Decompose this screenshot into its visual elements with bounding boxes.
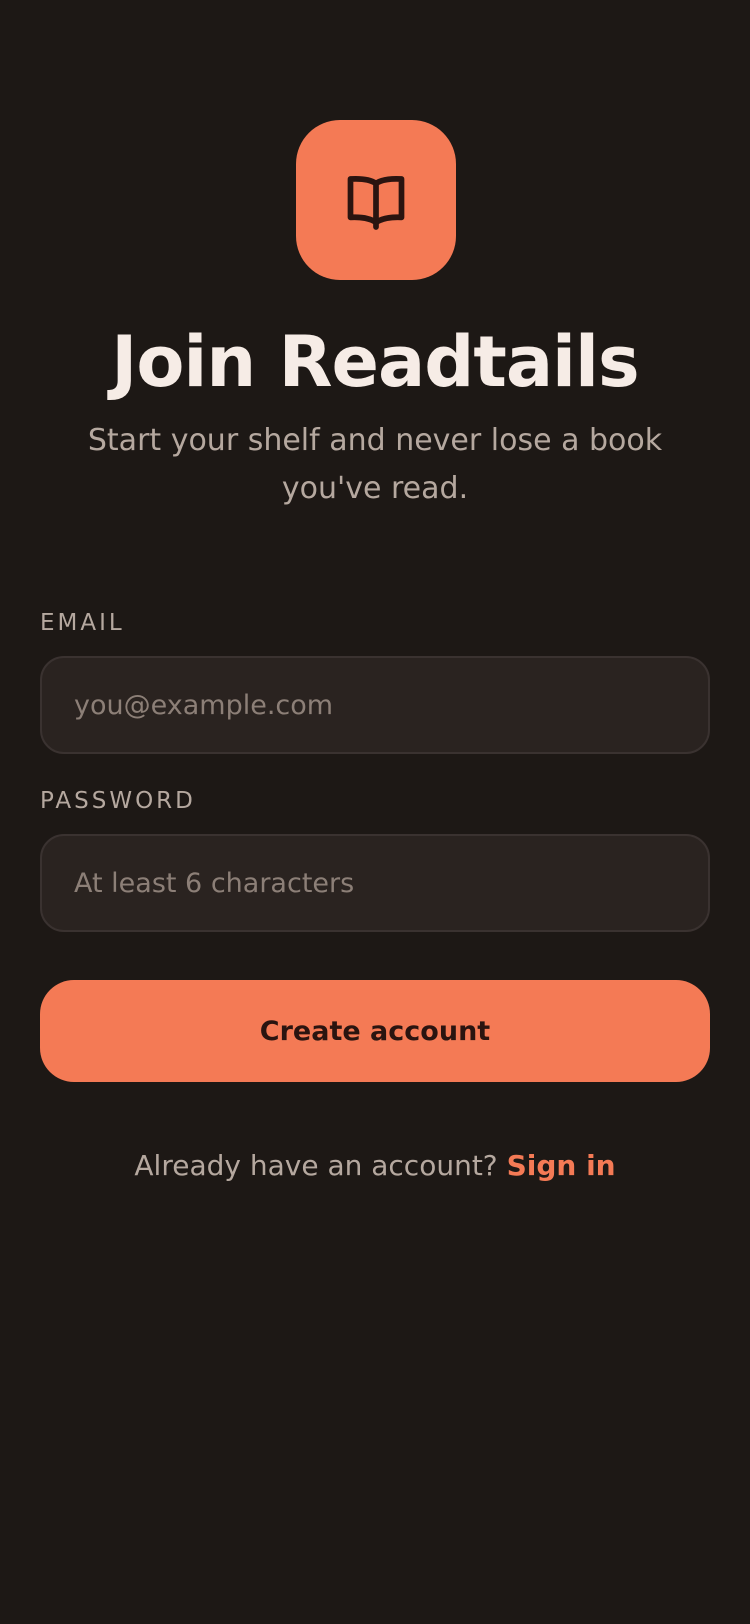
email-label: EMAIL: [40, 610, 125, 636]
page-subtitle: Start your shelf and never lose a book y…: [87, 423, 663, 506]
page-title: Join Readtails: [111, 321, 639, 403]
password-label: PASSWORD: [40, 788, 196, 814]
signin-link[interactable]: Sign in: [507, 1149, 616, 1182]
open-book-icon: [347, 176, 405, 230]
signin-prompt-row: Already have an account? Sign in: [0, 1146, 750, 1186]
email-input[interactable]: [42, 658, 708, 752]
email-field-container[interactable]: [40, 656, 710, 754]
password-field-container[interactable]: [40, 834, 710, 932]
app-logo: [296, 120, 456, 280]
signin-prompt-text: Already have an account?: [134, 1149, 498, 1182]
password-input[interactable]: [42, 836, 708, 930]
create-account-button[interactable]: Create account: [40, 980, 710, 1082]
